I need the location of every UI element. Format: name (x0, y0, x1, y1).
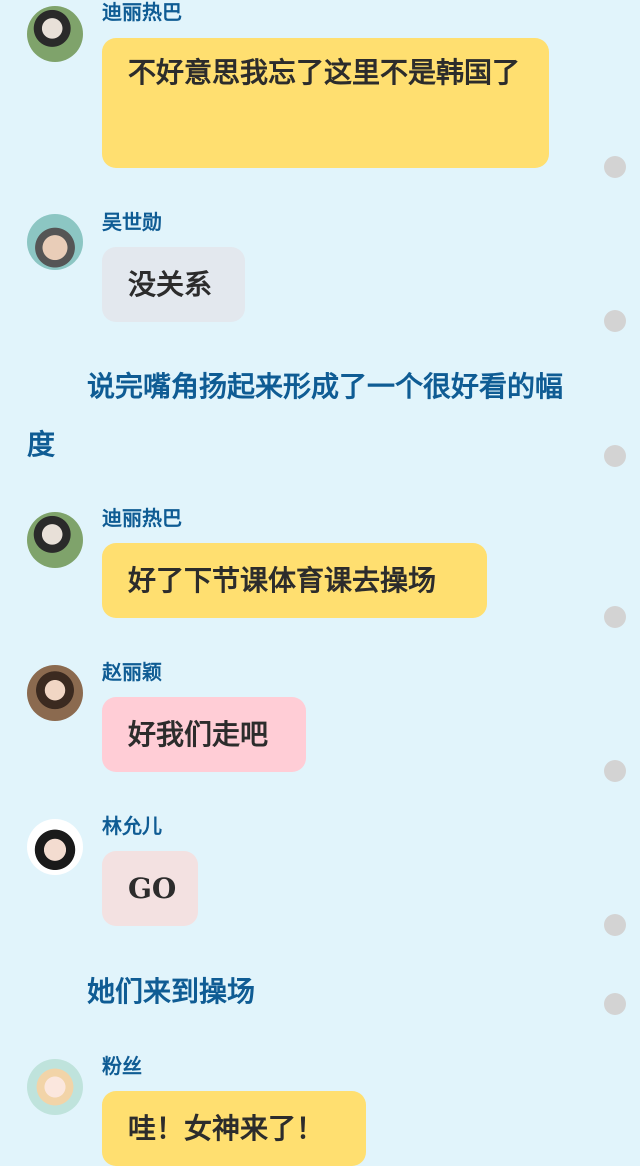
sender-name: 赵丽颖 (102, 660, 162, 684)
avatar[interactable] (27, 214, 83, 270)
message-text: 好我们走吧 (128, 718, 269, 751)
status-dot (604, 310, 626, 332)
message-bubble[interactable]: 没关系 (102, 247, 245, 322)
message-bubble[interactable]: 哇！女神来了！ (102, 1091, 366, 1166)
narration-text: 说完嘴角扬起来形成了一个很好看的幅度 (27, 370, 564, 461)
message-bubble[interactable]: 好了下节课体育课去操场 (102, 543, 487, 618)
status-dot (604, 760, 626, 782)
status-dot (604, 606, 626, 628)
avatar[interactable] (27, 1059, 83, 1115)
avatar[interactable] (27, 665, 83, 721)
message-text: 不好意思我忘了这里不是韩国了 (128, 56, 521, 89)
avatar[interactable] (27, 6, 83, 62)
avatar[interactable] (27, 819, 83, 875)
message-text: 没关系 (128, 268, 213, 301)
status-dot (604, 993, 626, 1015)
status-dot (604, 156, 626, 178)
sender-name: 粉丝 (102, 1054, 142, 1078)
status-dot (604, 445, 626, 467)
status-dot (604, 914, 626, 936)
sender-name: 林允儿 (102, 814, 162, 838)
message-bubble[interactable]: GO (102, 851, 198, 926)
message-bubble[interactable]: 好我们走吧 (102, 697, 306, 772)
message-bubble[interactable]: 不好意思我忘了这里不是韩国了 (102, 38, 549, 168)
message-text: GO (128, 872, 177, 905)
sender-name: 迪丽热巴 (102, 506, 182, 530)
message-text: 好了下节课体育课去操场 (128, 564, 437, 597)
sender-name: 迪丽热巴 (102, 0, 182, 24)
sender-name: 吴世勋 (102, 210, 162, 234)
message-text: 哇！女神来了！ (128, 1112, 325, 1145)
narration-text: 她们来到操场 (87, 975, 256, 1008)
avatar[interactable] (27, 512, 83, 568)
